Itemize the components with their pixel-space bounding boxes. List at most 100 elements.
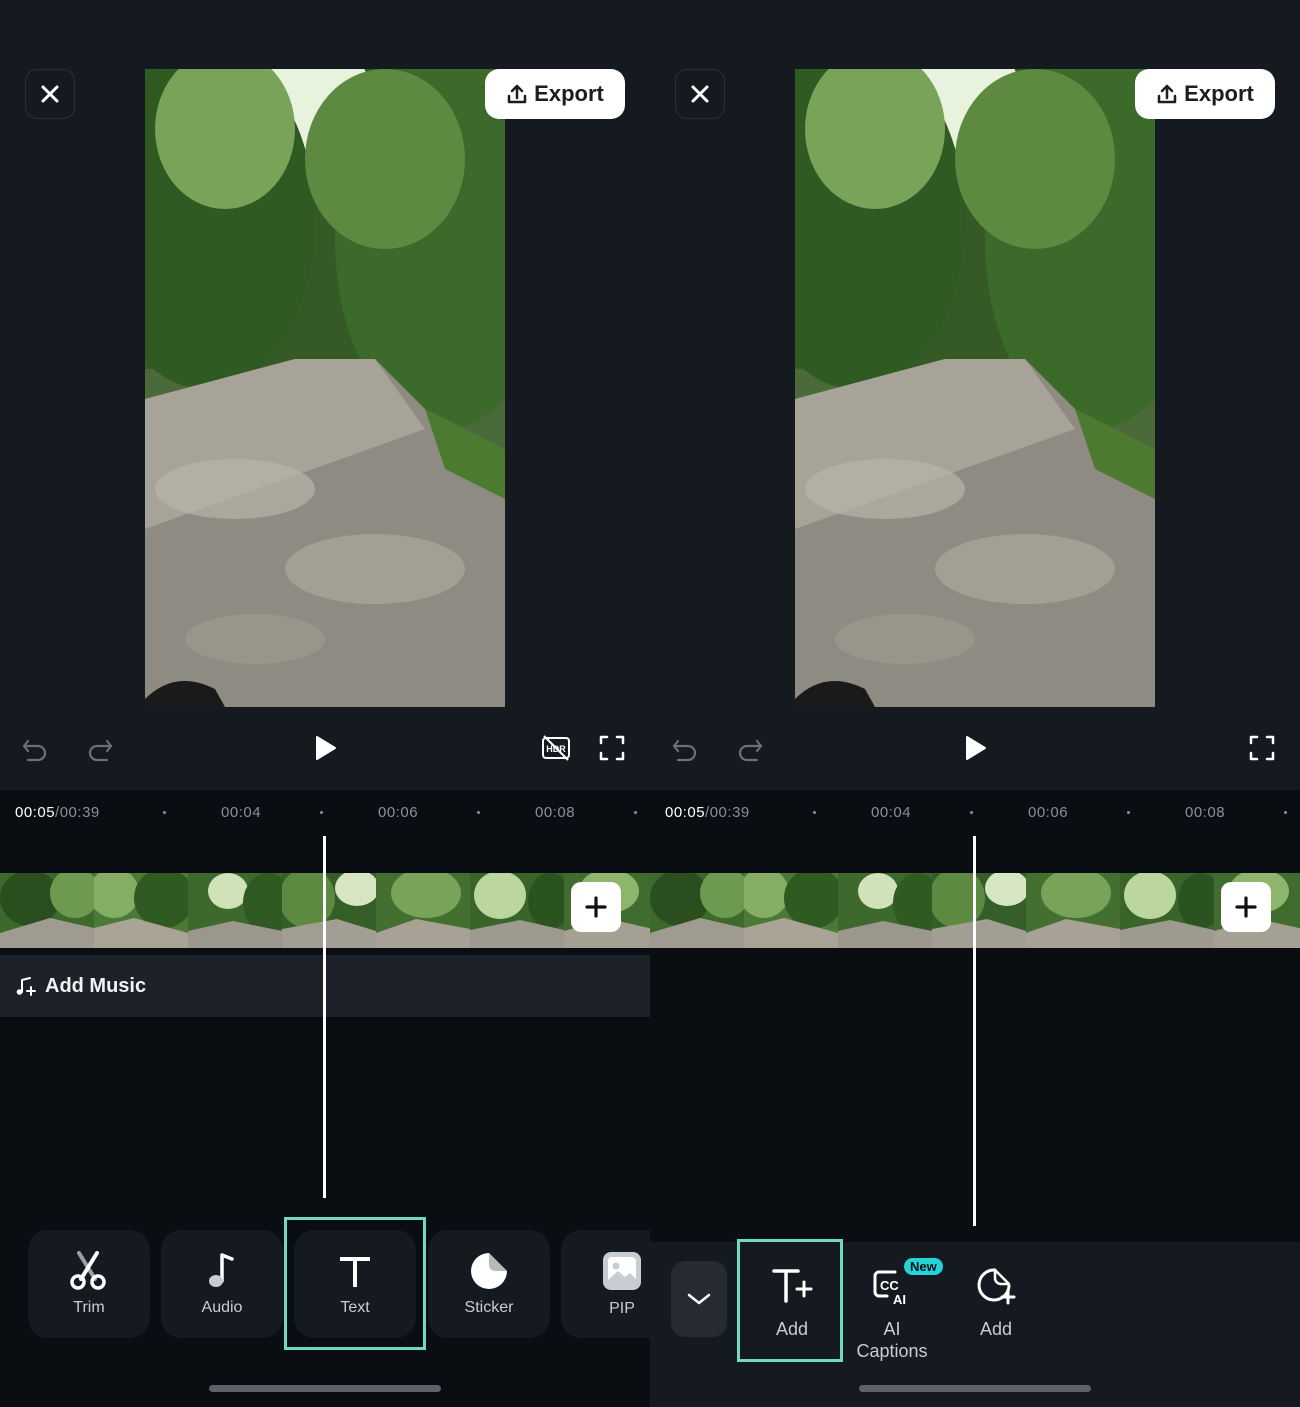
plus-icon [585, 896, 607, 918]
text-icon [340, 1257, 370, 1287]
add-clip-button[interactable] [571, 882, 621, 932]
svg-text:CC: CC [880, 1278, 899, 1293]
tick-dot [163, 811, 166, 814]
tool-pip[interactable]: PIP [561, 1230, 650, 1338]
time-display: 00:05/00:39 [665, 804, 750, 821]
total-time: /00:39 [705, 804, 750, 821]
hdr-toggle-button[interactable]: HDR [536, 728, 576, 768]
add-music-label: Add Music [45, 974, 147, 997]
add-clip-button[interactable] [1221, 882, 1271, 932]
tool-trim[interactable]: Trim [28, 1230, 150, 1338]
music-note-icon [209, 1253, 234, 1287]
home-indicator [859, 1385, 1091, 1392]
tool-label: Audio [201, 1299, 243, 1316]
collapse-button[interactable] [671, 1261, 727, 1337]
clip-thumbnail [94, 873, 188, 948]
fullscreen-button[interactable] [1242, 728, 1282, 768]
tick-dot [970, 811, 973, 814]
upload-icon [507, 84, 527, 104]
video-frame-image [795, 69, 1155, 707]
tick-label: 00:04 [221, 804, 262, 821]
play-icon [316, 736, 336, 760]
redo-button[interactable] [80, 728, 120, 768]
video-preview[interactable] [145, 69, 505, 707]
tick-label: 00:08 [535, 804, 576, 821]
clip-thumbnail [470, 873, 564, 948]
fullscreen-icon [599, 735, 625, 761]
export-label: Export [534, 81, 604, 106]
scissors-icon [70, 1251, 106, 1290]
tick-dot [634, 811, 637, 814]
tick-label: 00:06 [378, 804, 419, 821]
redo-button[interactable] [730, 728, 770, 768]
tool-audio[interactable]: Audio [161, 1230, 283, 1338]
clip-thumbnail [188, 873, 282, 948]
tick-dot [813, 811, 816, 814]
chevron-down-icon [687, 1293, 711, 1305]
hdr-off-icon: HDR [542, 735, 570, 761]
tool-label: Text [340, 1299, 370, 1316]
tool-label: PIP [609, 1300, 635, 1317]
clip-thumbnail [650, 873, 744, 948]
clip-thumbnail [838, 873, 932, 948]
subtool-label: Add [979, 1319, 1013, 1339]
sticker-icon [471, 1253, 507, 1289]
tool-sticker[interactable]: Sticker [428, 1230, 550, 1338]
timeline-ruler: 00:05/00:39 00:04 00:06 00:08 [0, 790, 650, 835]
play-button[interactable] [955, 728, 995, 768]
text-subtool-bar: Add CC AI AI Captions New Add [650, 1242, 1300, 1407]
current-time: 00:05 [665, 804, 706, 821]
tool-label: Sticker [464, 1299, 514, 1316]
music-add-icon [16, 977, 36, 996]
subtool-add-sticker[interactable]: Add [946, 1266, 1046, 1340]
time-display: 00:05/00:39 [15, 804, 100, 821]
total-time: /00:39 [55, 804, 100, 821]
clip-thumbnail [932, 873, 1026, 948]
undo-icon [22, 739, 47, 762]
subtool-ai-captions[interactable]: CC AI AI Captions [844, 1266, 940, 1362]
add-text-icon [772, 1269, 813, 1303]
playhead[interactable] [973, 836, 976, 1226]
fullscreen-button[interactable] [592, 728, 632, 768]
tool-text[interactable]: Text [294, 1230, 416, 1338]
undo-button[interactable] [665, 728, 705, 768]
close-button[interactable] [675, 69, 725, 119]
tick-dot [1127, 811, 1130, 814]
current-time: 00:05 [15, 804, 56, 821]
svg-text:AI: AI [893, 1292, 906, 1306]
timeline-ruler: 00:05/00:39 00:04 00:06 00:08 [650, 790, 1300, 835]
export-button[interactable]: Export [1135, 69, 1275, 119]
home-indicator [209, 1385, 441, 1392]
add-sticker-icon [977, 1268, 1016, 1305]
plus-icon [1235, 896, 1257, 918]
pip-icon [603, 1252, 641, 1290]
editor-text-panel: Export 00:05/00:39 00:04 00:06 00:08 Add… [650, 0, 1300, 1407]
video-preview[interactable] [795, 69, 1155, 707]
close-icon [41, 85, 59, 103]
clip-thumbnail [744, 873, 838, 948]
tick-label: 00:06 [1028, 804, 1069, 821]
editor-main-panel: Export HDR 00:05/00:39 00 [0, 0, 650, 1407]
tick-label: 00:08 [1185, 804, 1226, 821]
video-frame-image [145, 69, 505, 707]
close-icon [691, 85, 709, 103]
undo-icon [672, 739, 697, 762]
play-button[interactable] [305, 728, 345, 768]
clip-thumbnail [376, 873, 470, 948]
export-button[interactable]: Export [485, 69, 625, 119]
subtool-add-text[interactable]: Add [742, 1266, 842, 1340]
play-icon [966, 736, 986, 760]
clip-thumbnail [1120, 873, 1214, 948]
playhead[interactable] [323, 836, 326, 1198]
fullscreen-icon [1249, 735, 1275, 761]
tick-label: 00:04 [871, 804, 912, 821]
tick-dot [320, 811, 323, 814]
tick-dot [1284, 811, 1287, 814]
upload-icon [1157, 84, 1177, 104]
undo-button[interactable] [15, 728, 55, 768]
tick-dot [477, 811, 480, 814]
subtool-label: Add [775, 1319, 809, 1339]
clip-thumbnail [282, 873, 376, 948]
close-button[interactable] [25, 69, 75, 119]
tool-label: Trim [73, 1299, 105, 1316]
